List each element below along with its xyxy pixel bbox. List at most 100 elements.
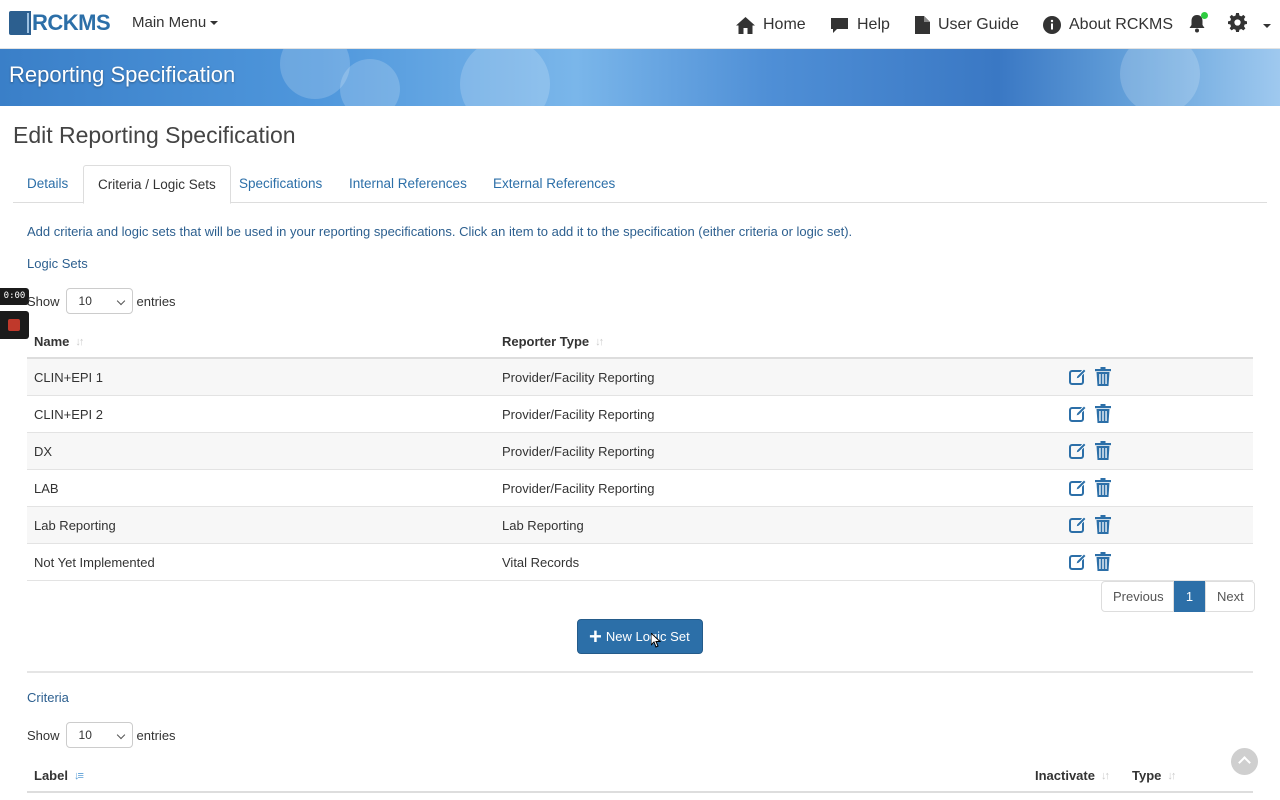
pagination-next[interactable]: Next [1205, 581, 1255, 612]
table-header: Name ↓↑ Reporter Type ↓↑ [27, 324, 1253, 359]
tab-internal-references[interactable]: Internal References [335, 165, 481, 203]
logic-set-reporter-type: Provider/Facility Reporting [502, 407, 655, 422]
show-label: Show [27, 727, 60, 743]
comment-icon [831, 17, 848, 33]
tab-external-references[interactable]: External References [479, 165, 629, 203]
criteria-length-control: Show 10 entries [27, 722, 176, 748]
logic-set-reporter-type: Provider/Facility Reporting [502, 370, 655, 385]
stop-icon [8, 319, 20, 331]
edit-icon[interactable] [1069, 368, 1087, 386]
logic-sets-table: Name ↓↑ Reporter Type ↓↑ CLIN+EPI 1 Provid… [27, 324, 1253, 581]
edit-icon[interactable] [1069, 553, 1087, 571]
home-icon [736, 16, 755, 34]
gear-icon [1228, 13, 1247, 32]
brand-name: RCKMS [32, 10, 111, 35]
banner-decoration [1120, 49, 1200, 106]
trash-icon[interactable] [1095, 515, 1111, 534]
section-divider [27, 671, 1253, 673]
logic-set-name: CLIN+EPI 1 [34, 370, 104, 385]
criteria-page-size-select[interactable]: 10 [65, 722, 133, 748]
logic-set-reporter-type: Provider/Facility Reporting [502, 481, 655, 496]
edit-icon[interactable] [1069, 479, 1087, 497]
trash-icon[interactable] [1095, 404, 1111, 423]
settings-button[interactable] [1228, 13, 1247, 37]
logic-set-reporter-type: Lab Reporting [502, 518, 584, 533]
logic-set-name: DX [34, 444, 53, 459]
plus-icon: + [589, 623, 602, 649]
settings-caret-icon[interactable] [1263, 24, 1271, 28]
column-header-name[interactable]: Name ↓↑ [34, 334, 84, 349]
table-row[interactable]: Lab Reporting Lab Reporting [27, 507, 1253, 544]
nav-home[interactable]: Home [736, 13, 806, 37]
nav-user-guide-label: User Guide [938, 16, 1019, 33]
document-icon [915, 16, 930, 34]
sort-icon: ↓↑ [75, 335, 84, 348]
logic-sets-page-size-select[interactable]: 10 [65, 288, 133, 314]
trash-icon[interactable] [1095, 478, 1111, 497]
logic-sets-length-control: Show 10 entries [27, 288, 176, 314]
nav-user-guide[interactable]: User Guide [915, 13, 1019, 37]
notifications-button[interactable] [1188, 12, 1208, 38]
trash-icon[interactable] [1095, 552, 1111, 571]
trash-icon[interactable] [1095, 441, 1111, 460]
table-row[interactable]: Not Yet Implemented Vital Records [27, 544, 1253, 581]
table-header: Label ↓≡ Inactivate ↓↑ Type ↓↑ [27, 758, 1253, 793]
pagination-previous[interactable]: Previous [1101, 581, 1174, 612]
edit-icon[interactable] [1069, 442, 1087, 460]
entries-label: entries [136, 727, 176, 743]
banner-title: Reporting Specification [9, 62, 236, 87]
tab-bar: Details Criteria / Logic Sets Specificat… [13, 165, 1267, 204]
column-header-label: Inactivate [1035, 768, 1095, 783]
logic-set-name: Lab Reporting [34, 518, 116, 533]
caret-down-icon [210, 21, 219, 26]
banner-decoration [460, 49, 550, 106]
logic-set-reporter-type: Vital Records [502, 555, 580, 570]
logic-set-name: LAB [34, 481, 59, 496]
nav-about[interactable]: About RCKMS [1043, 13, 1173, 37]
logic-set-name: Not Yet Implemented [34, 555, 155, 570]
table-row[interactable]: CLIN+EPI 2 Provider/Facility Reporting [27, 396, 1253, 433]
table-row[interactable]: LAB Provider/Facility Reporting [27, 470, 1253, 507]
column-header-label-col[interactable]: Label ↓≡ [34, 768, 84, 783]
recording-timer: 0:00 [0, 288, 29, 305]
notification-indicator [1201, 12, 1208, 19]
nav-help-label: Help [857, 16, 890, 33]
main-menu-label: Main Menu [132, 14, 207, 31]
edit-icon[interactable] [1069, 405, 1087, 423]
new-logic-set-button[interactable]: + New Logic Set [577, 619, 703, 654]
trash-icon[interactable] [1095, 367, 1111, 386]
tab-specifications[interactable]: Specifications [225, 165, 336, 203]
nav-about-label: About RCKMS [1069, 16, 1174, 33]
page-title: Edit Reporting Specification [13, 122, 296, 148]
pagination-page-current[interactable]: 1 [1174, 581, 1205, 612]
column-header-reporter-type[interactable]: Reporter Type ↓↑ [502, 334, 604, 349]
nav-help[interactable]: Help [830, 13, 890, 37]
new-logic-set-label: New Logic Set [605, 629, 690, 644]
stop-recording-button[interactable] [0, 311, 29, 339]
tab-details[interactable]: Details [13, 165, 82, 203]
top-navbar: RCKMS Main Menu Home Help User Guide Abo… [0, 0, 1280, 49]
criteria-table: Label ↓≡ Inactivate ↓↑ Type ↓↑ [27, 758, 1253, 793]
info-icon [1043, 16, 1061, 34]
column-header-type[interactable]: Type ↓↑ [1132, 768, 1176, 783]
edit-icon[interactable] [1069, 516, 1087, 534]
sort-icon: ↓↑ [1167, 769, 1176, 782]
brand-logo[interactable]: RCKMS [9, 10, 111, 36]
sort-icon: ↓↑ [595, 335, 604, 348]
column-header-label: Name [34, 334, 70, 349]
mouse-cursor-icon [651, 633, 661, 648]
column-header-label: Type [1132, 768, 1162, 783]
table-row[interactable]: CLIN+EPI 1 Provider/Facility Reporting [27, 359, 1253, 396]
logic-set-reporter-type: Provider/Facility Reporting [502, 444, 655, 459]
sort-icon: ↓↑ [1100, 769, 1110, 782]
table-row[interactable]: DX Provider/Facility Reporting [27, 433, 1253, 470]
tab-criteria-logic-sets[interactable]: Criteria / Logic Sets [83, 165, 231, 204]
logic-sets-heading: Logic Sets [27, 256, 88, 271]
column-header-inactivate[interactable]: Inactivate ↓↑ [1035, 768, 1110, 783]
banner-decoration [340, 59, 400, 106]
book-icon [9, 11, 31, 35]
scroll-to-top-button[interactable] [1231, 748, 1258, 775]
logic-set-name: CLIN+EPI 2 [34, 407, 104, 422]
column-header-label: Reporter Type [502, 334, 590, 349]
main-menu-dropdown[interactable]: Main Menu [132, 14, 219, 31]
